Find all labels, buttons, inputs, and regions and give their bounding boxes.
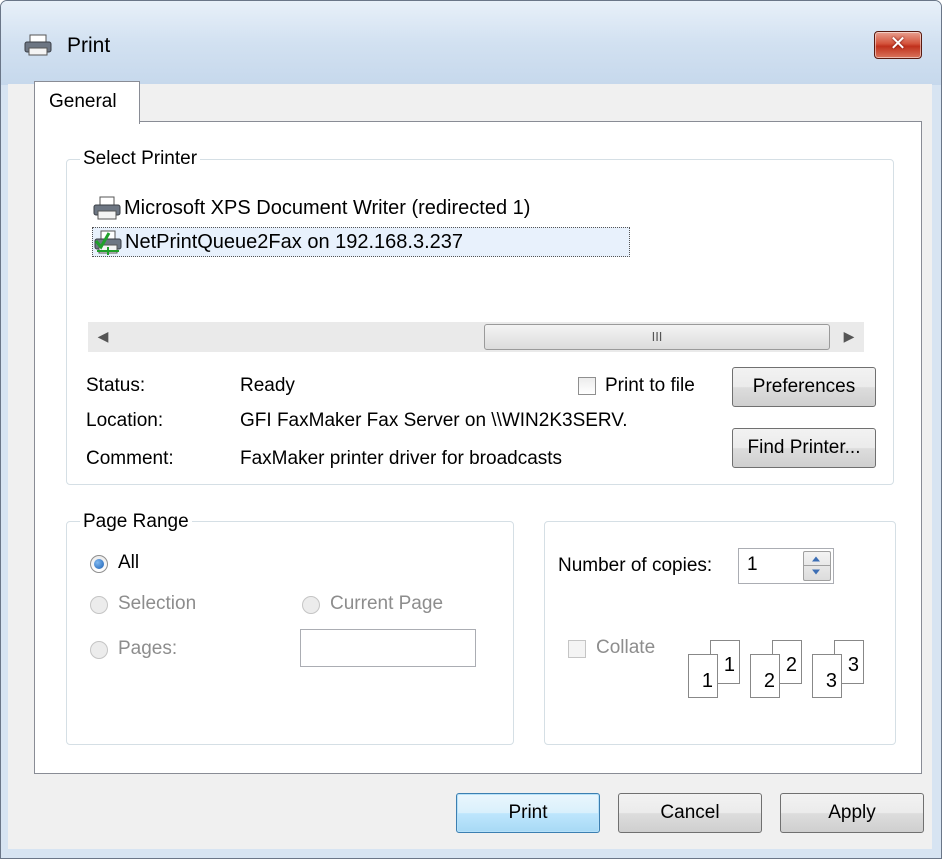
cancel-button[interactable]: Cancel [618,793,762,833]
tab-general-label: General [49,91,117,112]
preferences-button-label: Preferences [752,376,856,397]
apply-button-label: Apply [828,802,876,823]
tab-general[interactable]: General [34,81,140,124]
title-bar[interactable]: Print ✕ [1,1,941,85]
page-range-legend: Page Range [80,511,192,533]
preferences-button[interactable]: Preferences [732,367,876,407]
all-radio[interactable] [90,555,108,573]
scroll-right-icon[interactable]: ▶ [834,322,864,352]
spinner-down-icon[interactable] [804,566,828,579]
location-label: Location: [86,410,164,431]
printer-icon [24,34,52,56]
radio-selected-dot [94,559,104,569]
pages-input[interactable] [300,629,476,667]
copies-spinner[interactable]: 1 [738,548,834,584]
location-value: GFI FaxMaker Fax Server on \\WIN2K3SERV. [240,410,628,431]
scrollbar-thumb[interactable]: III [484,324,830,350]
pages-radio[interactable] [90,641,108,659]
spinner-up-icon[interactable] [804,552,828,565]
printer-list-item-selected[interactable]: NetPrintQueue2Fax on 192.168.3.237 [92,227,630,257]
current-page-radio[interactable] [302,596,320,614]
print-button[interactable]: Print [456,793,600,833]
status-label: Status: [86,375,146,396]
collate-illustration: 1 1 2 2 3 3 [680,640,880,710]
print-to-file-label[interactable]: Print to file [605,375,695,397]
number-of-copies-label: Number of copies: [558,555,713,576]
selection-radio[interactable] [90,596,108,614]
apply-button[interactable]: Apply [780,793,924,833]
copies-value[interactable]: 1 [747,554,758,576]
close-icon: ✕ [889,31,907,55]
collate-label[interactable]: Collate [596,637,655,659]
collate-checkbox[interactable] [568,640,586,658]
close-button[interactable]: ✕ [874,31,922,59]
all-label[interactable]: All [118,552,139,574]
print-button-label: Print [508,802,548,823]
window-title: Print [67,34,111,57]
network-printer-icon [94,230,122,255]
select-printer-legend: Select Printer [80,148,201,170]
status-value: Ready [240,375,295,396]
find-printer-button-label: Find Printer... [747,437,861,458]
print-to-file-checkbox[interactable] [578,377,596,395]
printer-list-item[interactable]: Microsoft XPS Document Writer (redirecte… [92,194,530,222]
pages-label[interactable]: Pages: [118,638,177,660]
scroll-left-icon[interactable]: ◀ [88,322,118,352]
cancel-button-label: Cancel [660,802,720,823]
find-printer-button[interactable]: Find Printer... [732,428,876,468]
printer-list-horizontal-scrollbar[interactable]: ◀ III ▶ [88,322,864,352]
printer-name: NetPrintQueue2Fax on 192.168.3.237 [125,230,464,253]
printer-name: Microsoft XPS Document Writer (redirecte… [124,196,531,219]
comment-label: Comment: [86,448,174,469]
spinner-buttons[interactable] [803,551,831,581]
printer-icon [93,196,121,220]
selection-label[interactable]: Selection [118,593,196,615]
scrollbar-grip-icon: III [651,329,663,344]
current-page-label[interactable]: Current Page [330,593,443,615]
comment-value: FaxMaker printer driver for broadcasts [240,448,563,469]
